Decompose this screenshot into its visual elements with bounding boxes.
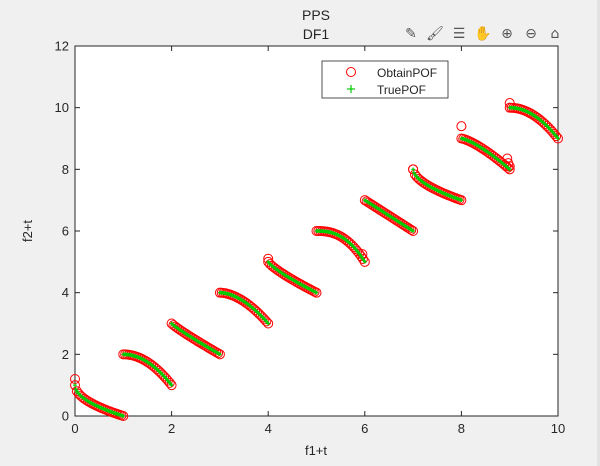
y-tick-label: 8 [62,162,69,177]
legend-label-truepof: TruePOF [377,83,426,97]
chart-title-line-1: PPS [302,7,330,23]
y-tick-label: 12 [55,39,69,54]
zoom-out-icon[interactable]: ⊖ [520,23,542,45]
y-tick-label: 4 [62,285,69,300]
legend-icon[interactable]: ☰ [448,23,470,45]
chart-title-line-2: DF1 [303,26,330,42]
x-tick-label: 8 [458,421,465,436]
x-tick-label: 0 [71,421,78,436]
y-axis-label: f2+t [20,220,35,242]
axes-toolbar: ✎ 🖌 ☰ ✋ ⊕ ⊖ ⌂ [400,22,566,46]
y-tick-label: 2 [62,347,69,362]
brush-icon[interactable]: 🖌 [424,23,446,45]
legend-label-obtainpof: ObtainPOF [377,66,437,80]
y-tick-label: 0 [62,409,69,424]
x-tick-label: 2 [168,421,175,436]
x-tick-label: 6 [361,421,368,436]
x-tick-label: 10 [551,421,565,436]
edit-plot-icon[interactable]: ✎ [400,23,422,45]
pan-icon[interactable]: ✋ [472,23,494,45]
y-tick-label: 10 [55,100,69,115]
x-axis-label: f1+t [305,443,327,458]
zoom-in-icon[interactable]: ⊕ [496,23,518,45]
figure-window: 0 2 4 6 8 10 0 2 4 6 8 10 12 PPS DF1 f1+t f2+t Obtai… [0,0,600,466]
scatter-plot: 0 2 4 6 8 10 0 2 4 6 8 10 12 PPS DF1 f1+t f2+t Obtai… [20,7,565,458]
x-tick-label: 4 [265,421,272,436]
legend[interactable]: ObtainPOF TruePOF [321,60,449,99]
home-icon[interactable]: ⌂ [544,23,566,45]
y-tick-label: 6 [62,224,69,239]
